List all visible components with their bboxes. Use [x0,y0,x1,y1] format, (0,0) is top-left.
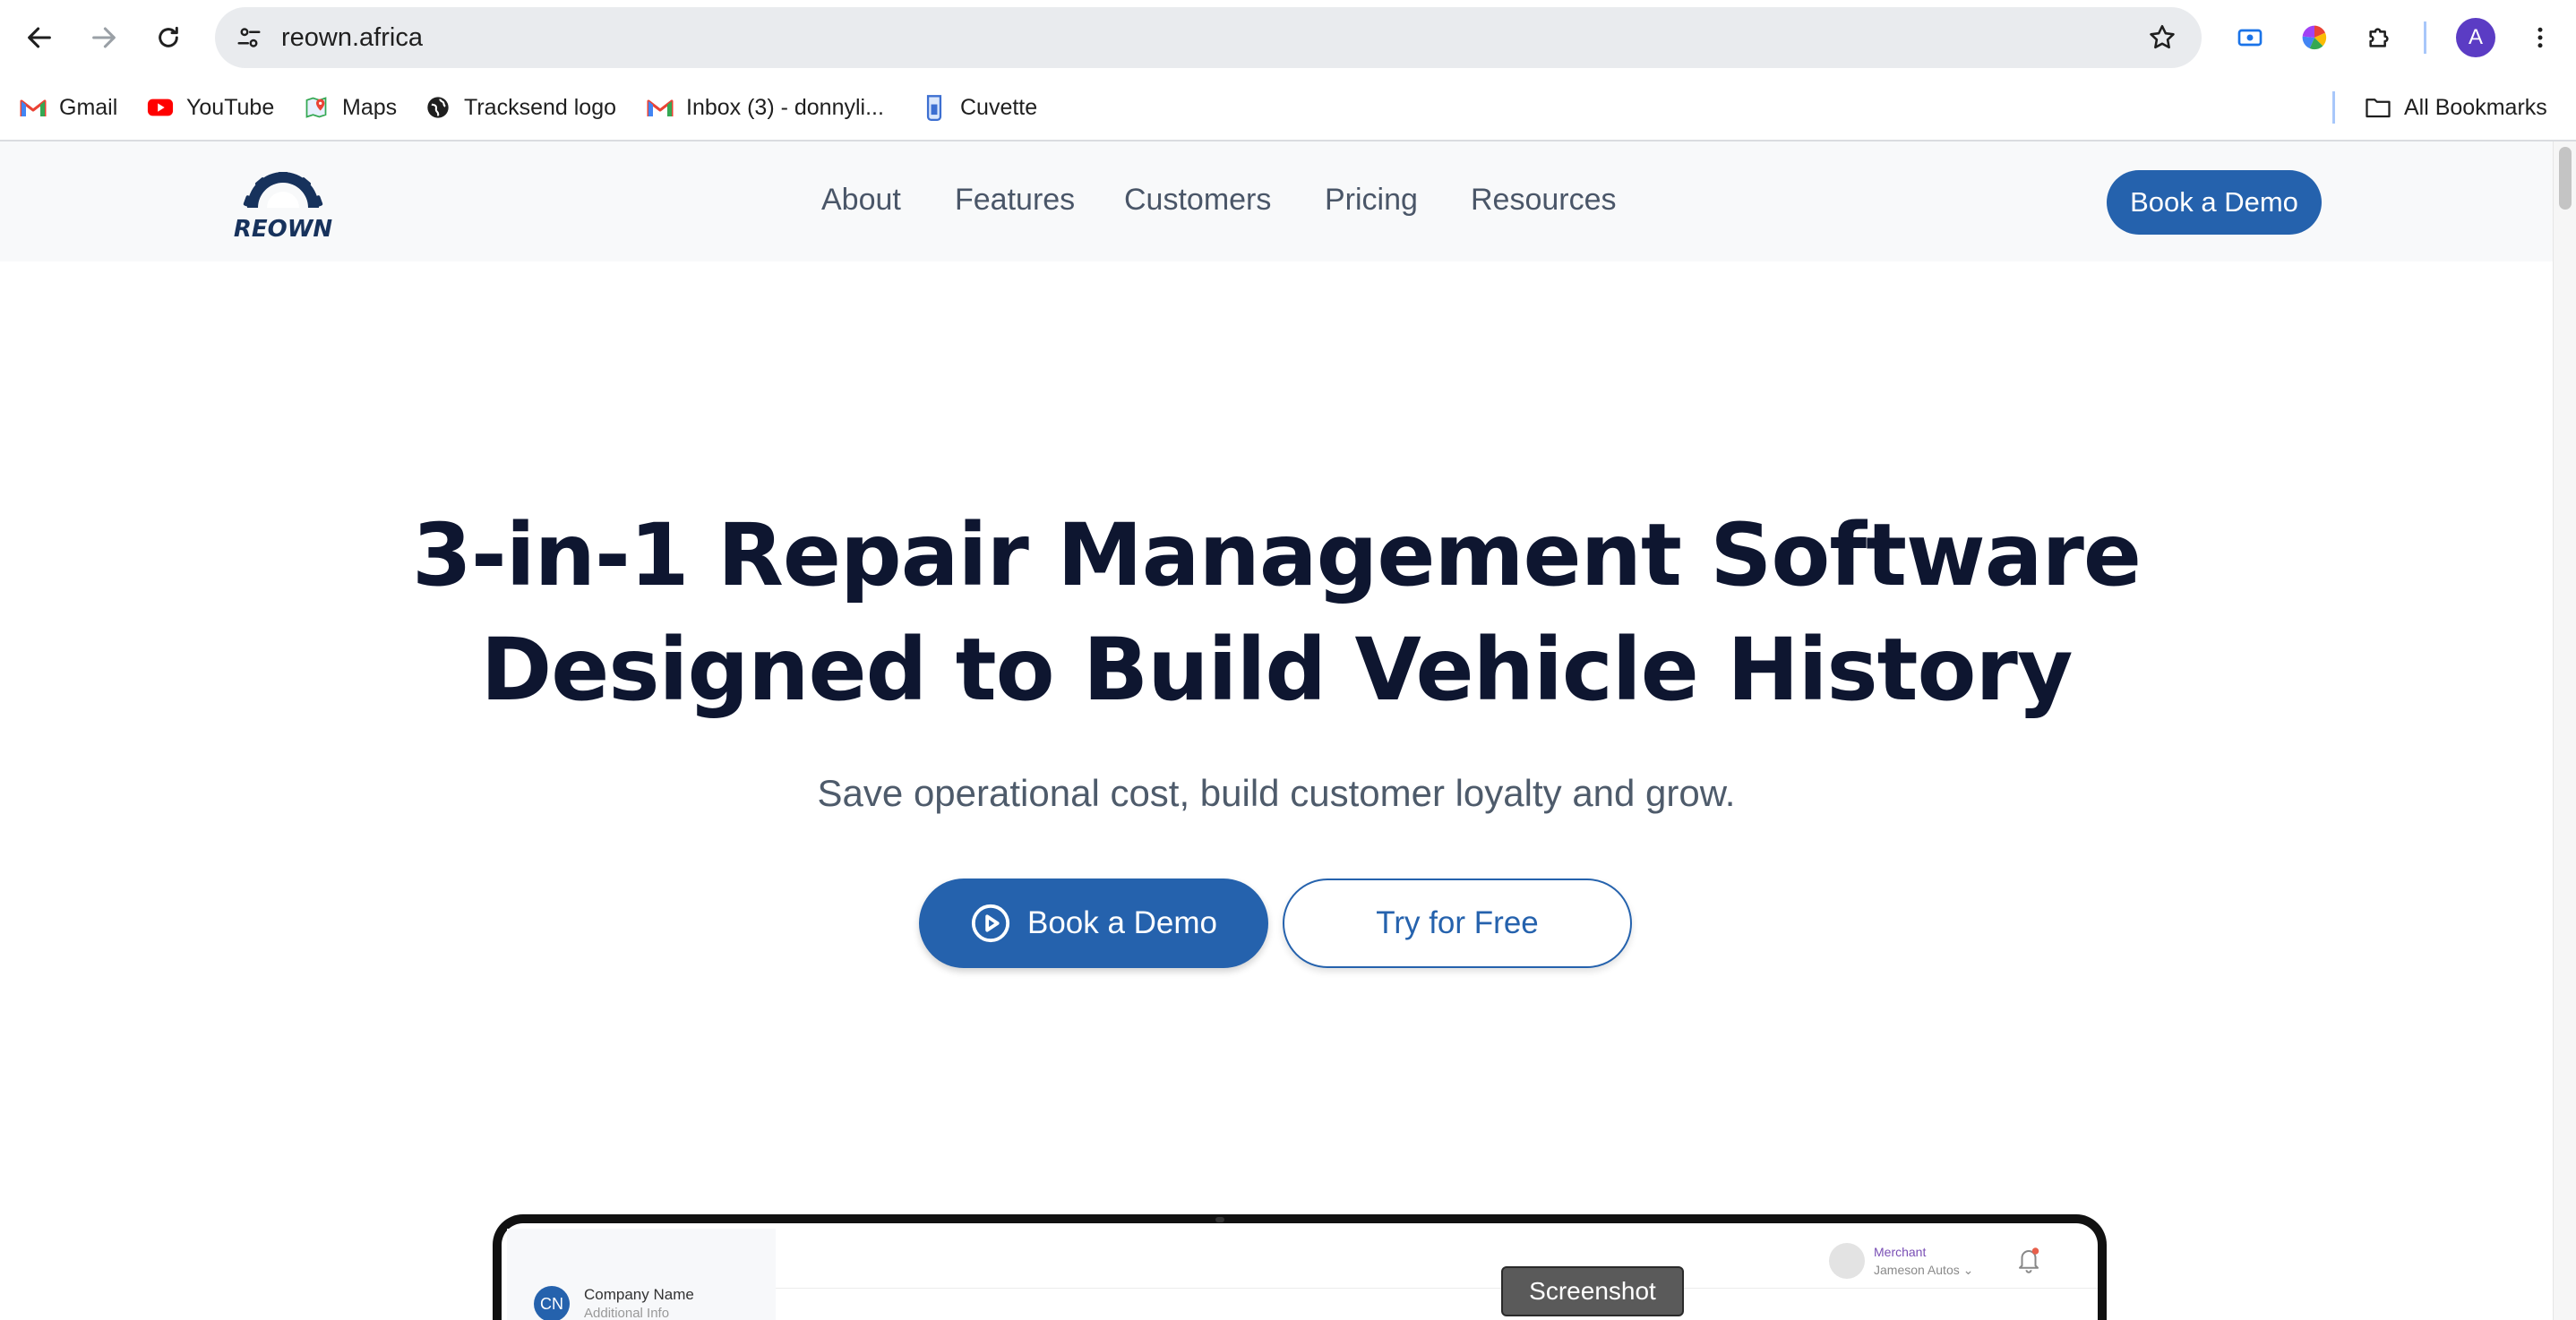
bell-icon [2019,1247,2039,1273]
hero-book-demo-button[interactable]: Book a Demo [919,879,1268,968]
hero-title-line1: 3-in-1 Repair Management Software [412,505,2142,605]
bookmark-tracksend[interactable]: Tracksend logo [425,90,616,125]
reown-logo[interactable]: REOWN [228,168,339,243]
reload-icon [159,26,178,47]
hero-title-line2: Designed to Build Vehicle History [480,620,2074,720]
cuvette-icon [921,94,948,121]
bookmark-label: Inbox (3) - donnyli... [686,94,884,120]
reload-button[interactable] [147,16,190,59]
all-bookmarks-label: All Bookmarks [2404,94,2547,120]
url-text[interactable]: reown.africa [281,23,423,53]
bookmark-cuvette[interactable]: Cuvette [921,90,1037,125]
youtube-icon [147,94,174,121]
merchant-name: Jameson Autos ⌄ [1874,1263,1974,1277]
bookmark-inbox[interactable]: Inbox (3) - donnyli... [647,90,884,125]
nav-resources[interactable]: Resources [1471,183,1617,218]
more-menu-icon[interactable] [2520,18,2560,57]
bookmark-youtube[interactable]: YouTube [147,90,274,125]
profile-avatar[interactable]: A [2456,18,2495,57]
page-viewport: REOWN About Features Customers Pricing R… [0,141,2553,1320]
arrow-left-icon [28,27,51,48]
bookmarks-divider [2332,91,2335,124]
address-bar[interactable]: reown.africa [215,7,2202,68]
company-name: Company Name [584,1286,694,1303]
company-avatar: CN [534,1286,570,1320]
color-wheel-extension-icon[interactable] [2295,18,2334,57]
bookmark-star-icon[interactable] [2144,20,2180,56]
bookmark-label: Tracksend logo [464,94,616,120]
page-scrollbar[interactable] [2553,141,2576,1320]
try-for-free-button[interactable]: Try for Free [1283,879,1632,968]
folder-icon [2365,94,2391,121]
company-info: Additional Info [584,1306,670,1320]
hero-title: 3-in-1 Repair Management Software Design… [0,498,2553,727]
nav-pricing[interactable]: Pricing [1325,183,1418,218]
back-button[interactable] [18,16,61,59]
bookmark-label: Maps [342,94,398,120]
nav-about[interactable]: About [821,183,901,218]
browser-toolbar: reown.africa A [0,0,2576,75]
globe-icon [425,94,451,121]
nav-features[interactable]: Features [955,183,1075,218]
all-bookmarks-button[interactable]: All Bookmarks [2365,90,2547,125]
bookmarks-bar: Gmail YouTube Maps Tracksend logo Inbox … [0,75,2576,141]
arrow-right-icon [92,27,116,48]
forward-button[interactable] [82,16,125,59]
bookmark-maps[interactable]: Maps [303,90,397,125]
toolbar-divider [2424,21,2426,54]
merchant-label: Merchant [1874,1245,1927,1259]
merchant-avatar [1829,1243,1865,1279]
header-book-demo-button[interactable]: Book a Demo [2107,170,2322,235]
device-camera [1215,1217,1224,1222]
app-preview-device: CN Company Name Additional Info Merchant… [493,1214,2107,1320]
preview-header-divider [776,1288,2098,1289]
site-info-icon[interactable] [233,21,265,54]
chevron-down-icon: ⌄ [1962,1263,1974,1277]
screenshot-tooltip: Screenshot [1501,1266,1684,1316]
maps-icon [303,94,330,121]
bookmark-label: Cuvette [960,94,1038,120]
logo-text: REOWN [234,216,333,242]
gmail-icon [647,94,674,121]
site-header: REOWN About Features Customers Pricing R… [0,141,2553,261]
screen-cast-extension-icon[interactable] [2230,18,2270,57]
gmail-icon [20,94,47,121]
extensions-puzzle-icon[interactable] [2359,18,2399,57]
scrollbar-thumb[interactable] [2559,147,2572,210]
bookmark-label: YouTube [186,94,275,120]
bookmark-gmail[interactable]: Gmail [20,90,117,125]
play-circle-icon [971,904,1010,943]
hero-subtitle: Save operational cost, build customer lo… [817,772,1736,814]
nav-customers[interactable]: Customers [1124,183,1271,218]
bookmark-label: Gmail [59,94,118,120]
hero-book-demo-label: Book a Demo [1026,905,1218,940]
